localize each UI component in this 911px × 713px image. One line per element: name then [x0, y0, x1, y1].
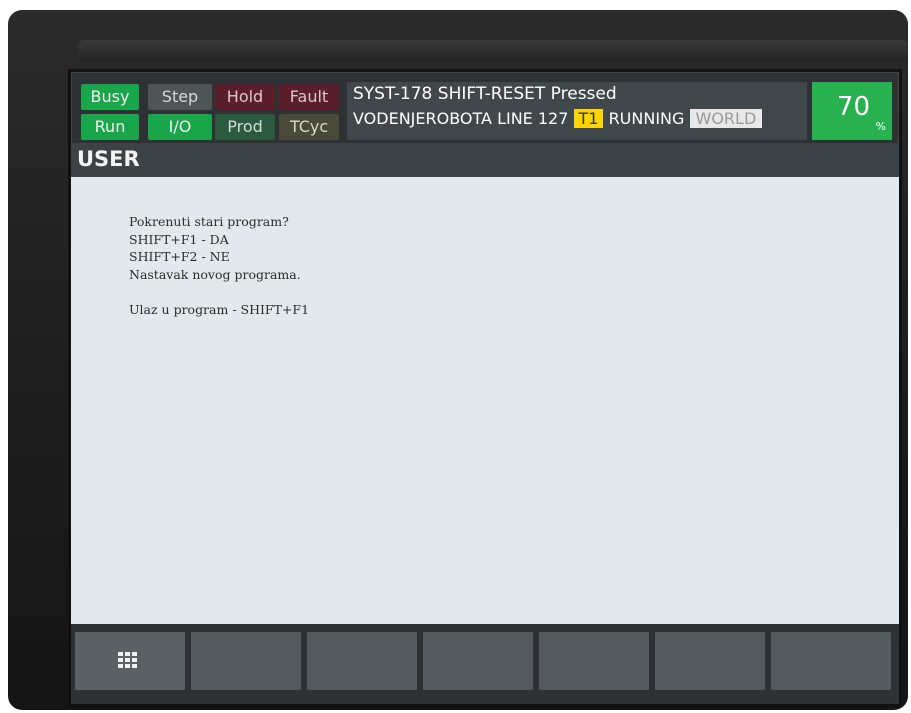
f5-button[interactable] [655, 632, 765, 690]
f2-button[interactable] [307, 632, 417, 690]
teach-pendant: Busy Step Hold Fault Run I/O Prod TCyc S… [8, 10, 908, 710]
user-line: Nastavak novog programa. [129, 266, 301, 282]
override-value: 70 [836, 92, 870, 122]
hold-lamp: Hold [215, 84, 275, 110]
program-name: VODENJEROBOTA [353, 109, 492, 128]
f6-button[interactable] [771, 632, 891, 690]
f1-button[interactable] [191, 632, 301, 690]
speed-override[interactable]: 70 % [812, 82, 892, 140]
coord-system-badge: WORLD [689, 109, 763, 128]
user-line: SHIFT+F2 - NE [129, 249, 230, 264]
user-line: SHIFT+F1 - DA [129, 231, 229, 247]
user-line: Ulaz u program - SHIFT+F1 [129, 301, 310, 317]
user-screen-content: Pokrenuti stari program? SHIFT+F1 - DA S… [71, 177, 899, 624]
grid-menu-icon [118, 652, 140, 670]
io-lamp: I/O [148, 114, 212, 140]
user-line [129, 283, 309, 301]
function-key-bar [71, 624, 899, 704]
status-message-area: SYST-178 SHIFT-RESET Pressed VODENJEROBO… [347, 82, 807, 140]
mode-badge: T1 [573, 109, 604, 128]
user-message-block: Pokrenuti stari program? SHIFT+F1 - DA S… [129, 213, 309, 318]
run-lamp: Run [81, 114, 139, 140]
line-number: 127 [537, 109, 569, 128]
f4-button[interactable] [539, 632, 649, 690]
program-status-line: VODENJEROBOTA LINE 127 T1 RUNNING WORLD [353, 109, 763, 128]
fault-lamp: Fault [279, 84, 339, 110]
user-line: Pokrenuti stari program? [129, 214, 289, 229]
screen-title-bar: USER [71, 143, 899, 177]
step-lamp: Step [148, 84, 212, 110]
override-unit: % [875, 120, 886, 133]
f3-button[interactable] [423, 632, 533, 690]
busy-lamp: Busy [81, 84, 139, 110]
tcyc-lamp: TCyc [279, 114, 339, 140]
prod-lamp: Prod [215, 114, 275, 140]
menu-button[interactable] [75, 632, 185, 690]
run-state: RUNNING [608, 109, 685, 128]
screen-title: USER [77, 147, 140, 171]
pendant-screen: Busy Step Hold Fault Run I/O Prod TCyc S… [71, 72, 899, 704]
bezel-top [78, 40, 908, 62]
line-label: LINE [497, 109, 533, 128]
alarm-message: SYST-178 SHIFT-RESET Pressed [353, 84, 617, 104]
